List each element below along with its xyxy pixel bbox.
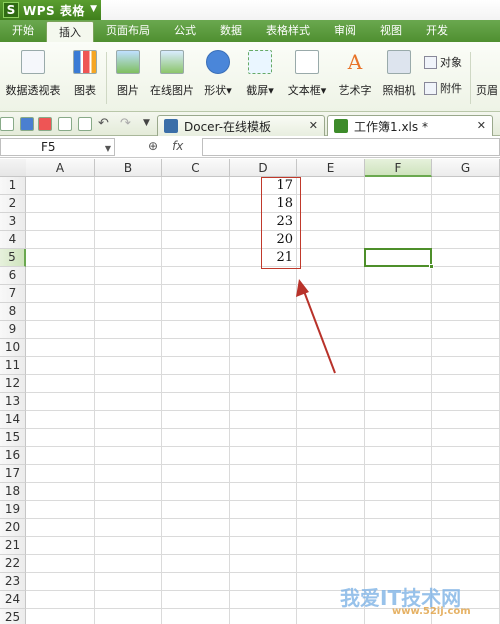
screenshot-button[interactable]: 截屏▾ (244, 50, 276, 98)
menu-review[interactable]: 审阅 (322, 20, 368, 42)
picture-icon (116, 50, 140, 74)
name-box[interactable]: F5 ▼ (0, 138, 115, 156)
app-menu-button[interactable]: S WPS 表格 ▼ (0, 0, 101, 20)
menu-page-layout[interactable]: 页面布局 (94, 20, 162, 42)
bar-chart-icon (73, 50, 97, 74)
zoom-search-icon[interactable]: ⊕ (148, 139, 158, 153)
document-tab-bar: ↶ ↷ ▼ Docer-在线模板 ✕ 工作簿1.xls * ✕ (0, 112, 500, 136)
camera-button[interactable]: 照相机 (380, 50, 418, 98)
spreadsheet-grid[interactable]: A B C D E F G 1 2 3 4 5 6 7 8 9 10 11 12 13 14 15 16 17 18 19 20 21… (0, 159, 500, 624)
pivot-table-button[interactable]: 数据透视表 (4, 50, 62, 98)
close-tab-icon[interactable]: ✕ (309, 119, 318, 132)
menu-developer[interactable]: 开发 (414, 20, 460, 42)
quick-access-dropdown-icon[interactable]: ▼ (143, 118, 150, 128)
online-picture-icon (160, 50, 184, 74)
ribbon: 数据透视表 图表 图片 在线图片 形状▾ 截屏▾ 文本框▾ A 艺术字 照相机 … (0, 42, 500, 112)
chart-button[interactable]: 图表 (70, 50, 100, 98)
shape-icon (206, 50, 230, 74)
menu-formula[interactable]: 公式 (162, 20, 208, 42)
textbox-button[interactable]: 文本框▾ (286, 50, 328, 98)
app-title: WPS 表格 (23, 3, 85, 18)
menu-home[interactable]: 开始 (0, 20, 46, 42)
screenshot-icon (248, 50, 272, 74)
menu-insert[interactable]: 插入 (46, 21, 94, 42)
shape-button[interactable]: 形状▾ (202, 50, 234, 98)
ribbon-separator (470, 52, 471, 104)
wordart-button[interactable]: A 艺术字 (336, 50, 374, 98)
tab-workbook[interactable]: 工作簿1.xls * ✕ (327, 115, 493, 136)
online-picture-button[interactable]: 在线图片 (148, 50, 196, 98)
header-footer-button[interactable]: 页眉 (476, 82, 500, 98)
print-icon[interactable] (58, 117, 72, 131)
menu-view[interactable]: 视图 (368, 20, 414, 42)
pivot-table-icon (21, 50, 45, 74)
textbox-icon (295, 50, 319, 74)
fx-icon[interactable]: fx (172, 139, 183, 153)
picture-button[interactable]: 图片 (114, 50, 142, 98)
wps-logo-icon: S (3, 2, 19, 18)
arrow-shaft (301, 285, 336, 374)
redo-icon[interactable]: ↷ (120, 116, 131, 131)
docer-icon (164, 119, 178, 133)
export-pdf-icon[interactable] (38, 117, 52, 131)
wordart-icon: A (347, 50, 363, 74)
ribbon-separator (106, 52, 107, 104)
menu-data[interactable]: 数据 (208, 20, 254, 42)
attachment-icon (424, 81, 437, 95)
save-icon[interactable] (20, 117, 34, 131)
attachment-button[interactable]: 附件 (424, 80, 462, 96)
print-preview-icon[interactable] (78, 117, 92, 131)
arrow-head (296, 279, 309, 297)
undo-icon[interactable]: ↶ (98, 116, 109, 131)
title-bar: S WPS 表格 ▼ (0, 0, 500, 20)
menu-table-style[interactable]: 表格样式 (254, 20, 322, 42)
object-icon (424, 55, 437, 69)
chevron-down-icon: ▼ (104, 144, 111, 153)
formula-bar: F5 ▼ ⊕ fx (0, 136, 500, 158)
spreadsheet-icon (334, 119, 348, 133)
watermark-url: www.52ij.com (392, 606, 471, 617)
camera-icon (387, 50, 411, 74)
chevron-down-icon: ▼ (90, 4, 97, 14)
open-folder-icon[interactable] (0, 117, 14, 131)
close-tab-icon[interactable]: ✕ (477, 119, 486, 132)
object-button[interactable]: 对象 (424, 54, 462, 70)
tab-docer-templates[interactable]: Docer-在线模板 ✕ (157, 115, 325, 136)
menu-bar: 开始 插入 页面布局 公式 数据 表格样式 审阅 视图 开发 (0, 20, 500, 42)
formula-input[interactable] (202, 138, 500, 156)
arrow-annotation (296, 279, 336, 374)
